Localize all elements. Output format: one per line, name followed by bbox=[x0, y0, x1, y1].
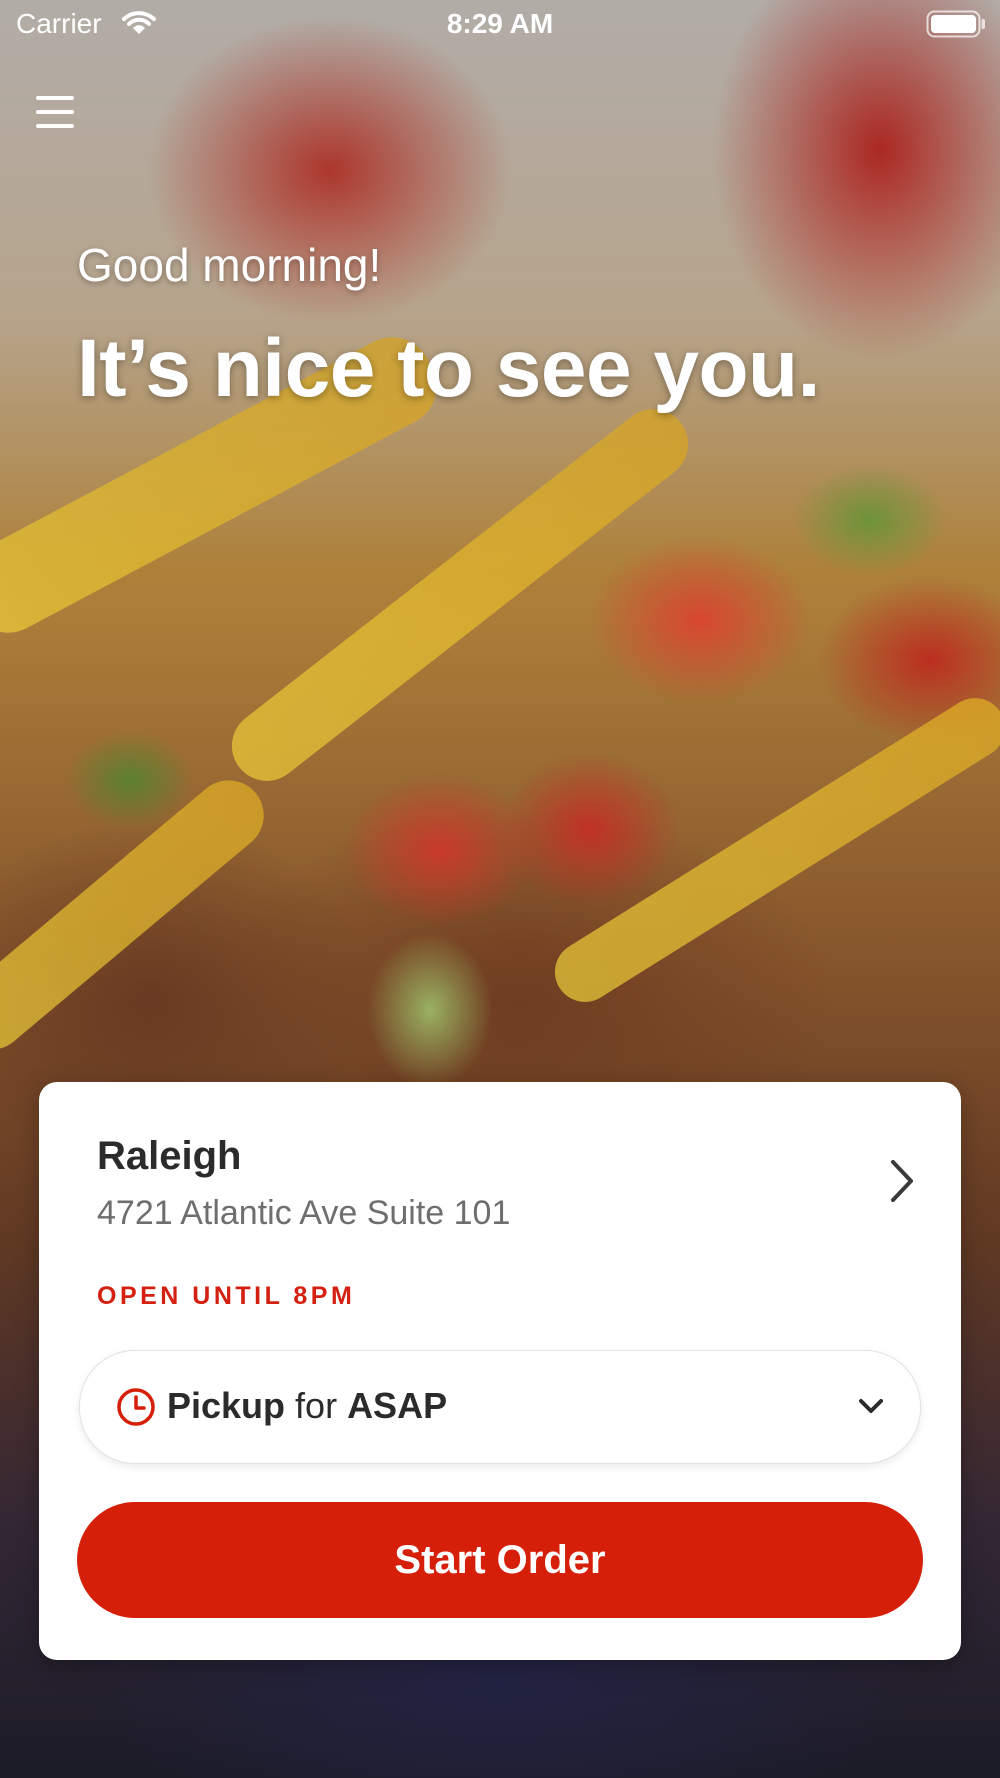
store-address: 4721 Atlantic Ave Suite 101 bbox=[97, 1194, 511, 1232]
chevron-down-icon bbox=[859, 1399, 883, 1413]
greeting-text: Good morning! bbox=[77, 239, 382, 291]
store-name: Raleigh bbox=[97, 1134, 242, 1178]
menu-icon bbox=[36, 96, 74, 128]
order-time: ASAP bbox=[347, 1385, 448, 1426]
chevron-right-icon bbox=[891, 1160, 913, 1202]
status-bar: Carrier 8:29 AM bbox=[0, 0, 1000, 50]
headline-text: It’s nice to see you. bbox=[77, 323, 820, 414]
store-card: Raleigh 4721 Atlantic Ave Suite 101 OPEN… bbox=[39, 1082, 961, 1660]
order-method: Pickup bbox=[167, 1385, 286, 1426]
store-hours-status: OPEN UNTIL 8PM bbox=[97, 1282, 356, 1310]
menu-button[interactable] bbox=[34, 92, 82, 134]
store-selector[interactable]: Raleigh 4721 Atlantic Ave Suite 101 bbox=[97, 1134, 919, 1244]
order-mode-select[interactable]: Pickup for ASAP bbox=[79, 1350, 921, 1464]
order-mode-label: Pickup for ASAP bbox=[167, 1385, 447, 1427]
battery-icon bbox=[926, 10, 986, 45]
start-order-button[interactable]: Start Order bbox=[77, 1502, 923, 1618]
clock-time: 8:29 AM bbox=[446, 8, 554, 39]
clock-icon bbox=[117, 1388, 155, 1426]
order-connector: for bbox=[295, 1385, 338, 1426]
